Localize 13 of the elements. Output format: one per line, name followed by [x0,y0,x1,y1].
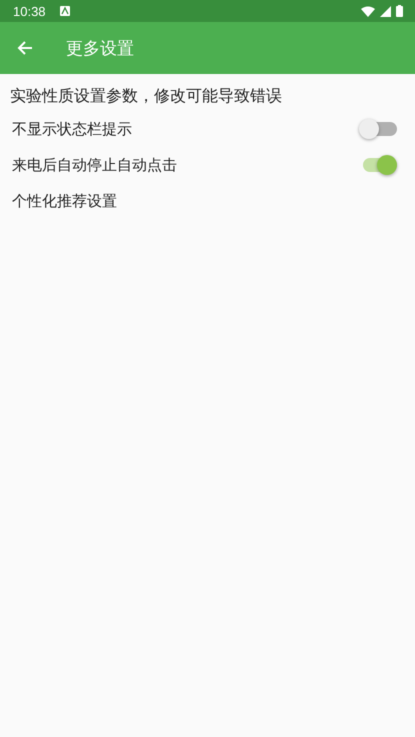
setting-item[interactable]: 个性化推荐设置 [12,192,117,210]
signal-icon [380,6,391,16]
toggle-switch[interactable] [363,158,397,172]
status-time: 10:38 [13,4,46,18]
back-arrow-icon [16,39,34,57]
warning-text: 实验性质设置参数，修改可能导致错误 [9,85,283,107]
wifi-icon [361,6,375,16]
setting-label: 来电后自动停止自动点击 [12,156,177,174]
setting-label: 不显示状态栏提示 [12,120,132,138]
battery-icon [396,5,403,17]
back-button[interactable] [16,39,34,57]
notification-icon [60,6,70,16]
screen-title: 更多设置 [66,38,134,60]
